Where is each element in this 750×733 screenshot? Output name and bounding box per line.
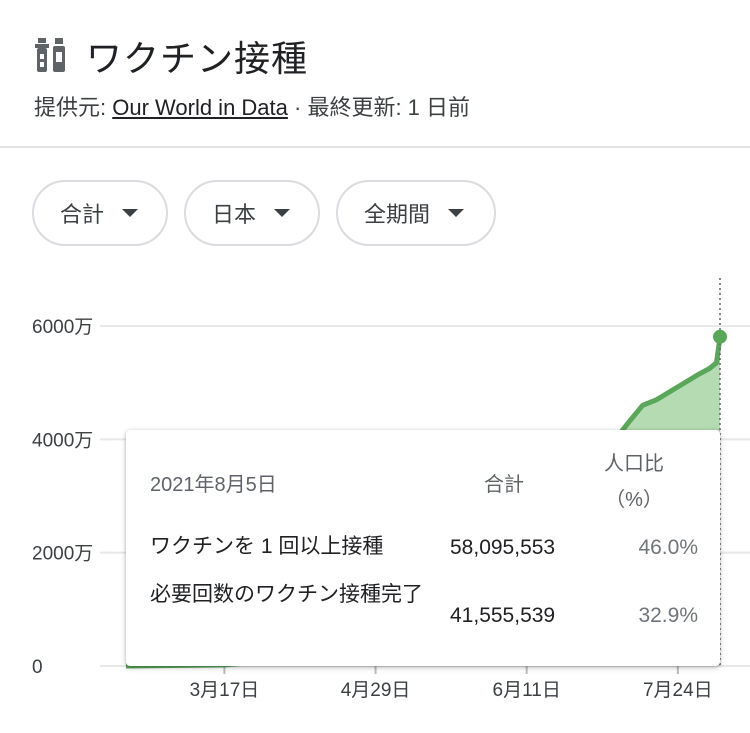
filter-metric-label: 合計 bbox=[60, 202, 105, 227]
tooltip-row-label: ワクチンを 1 回以上接種 bbox=[150, 535, 384, 558]
filter-period-label: 全期間 bbox=[364, 202, 431, 227]
source-line: 提供元: Our World in Data · 最終更新: 1 日前 bbox=[34, 90, 470, 122]
page-title: ワクチン接種 bbox=[86, 38, 309, 79]
tooltip-date: 2021年8月5日 bbox=[150, 474, 277, 496]
tooltip-row-percent: 46.0% bbox=[638, 536, 698, 559]
chart-tooltip: 2021年8月5日 合計 人口比 （%） ワクチンを 1 回以上接種 58,09… bbox=[126, 430, 720, 666]
source-prefix: 提供元: bbox=[34, 95, 113, 120]
x-tick-label: 6月11日 bbox=[493, 680, 561, 701]
y-tick-label: 4000万 bbox=[32, 430, 93, 451]
tooltip-header-population-1: 人口比 bbox=[604, 453, 664, 475]
y-tick-label: 6000万 bbox=[32, 317, 93, 338]
filter-metric-chip[interactable]: 合計 bbox=[32, 180, 168, 246]
y-tick-label: 2000万 bbox=[32, 544, 93, 565]
tooltip-row-value: 41,555,539 bbox=[450, 604, 556, 627]
tooltip-header-population-2: （%） bbox=[605, 489, 663, 511]
tooltip-header-population: 人口比 （%） bbox=[598, 446, 670, 518]
filter-country-chip[interactable]: 日本 bbox=[184, 180, 320, 246]
source-link[interactable]: Our World in Data bbox=[112, 95, 288, 120]
vaccine-icon bbox=[35, 38, 65, 72]
y-tick-label: 0 bbox=[32, 657, 43, 678]
data-point bbox=[713, 329, 727, 344]
title-row: ワクチン接種 bbox=[34, 30, 308, 82]
header: ワクチン接種 提供元: Our World in Data · 最終更新: 1 … bbox=[0, 0, 750, 148]
tooltip-row-percent: 32.9% bbox=[638, 604, 698, 627]
x-tick-label: 4月29日 bbox=[341, 680, 411, 701]
tooltip-row-value: 58,095,553 bbox=[450, 536, 556, 559]
filter-country-label: 日本 bbox=[212, 202, 257, 227]
updated-text: · 最終更新: 1 日前 bbox=[287, 95, 471, 120]
filter-period-chip[interactable]: 全期間 bbox=[336, 180, 496, 246]
tooltip-header-total: 合計 bbox=[484, 474, 524, 496]
x-tick-label: 7月24日 bbox=[643, 680, 713, 701]
tooltip-row-label: 必要回数のワクチン接種完了 bbox=[150, 583, 423, 606]
dropdown-arrow-icon bbox=[448, 209, 465, 217]
x-tick-label: 3月17日 bbox=[190, 680, 260, 701]
dropdown-arrow-icon bbox=[122, 209, 139, 217]
dropdown-arrow-icon bbox=[274, 209, 291, 217]
